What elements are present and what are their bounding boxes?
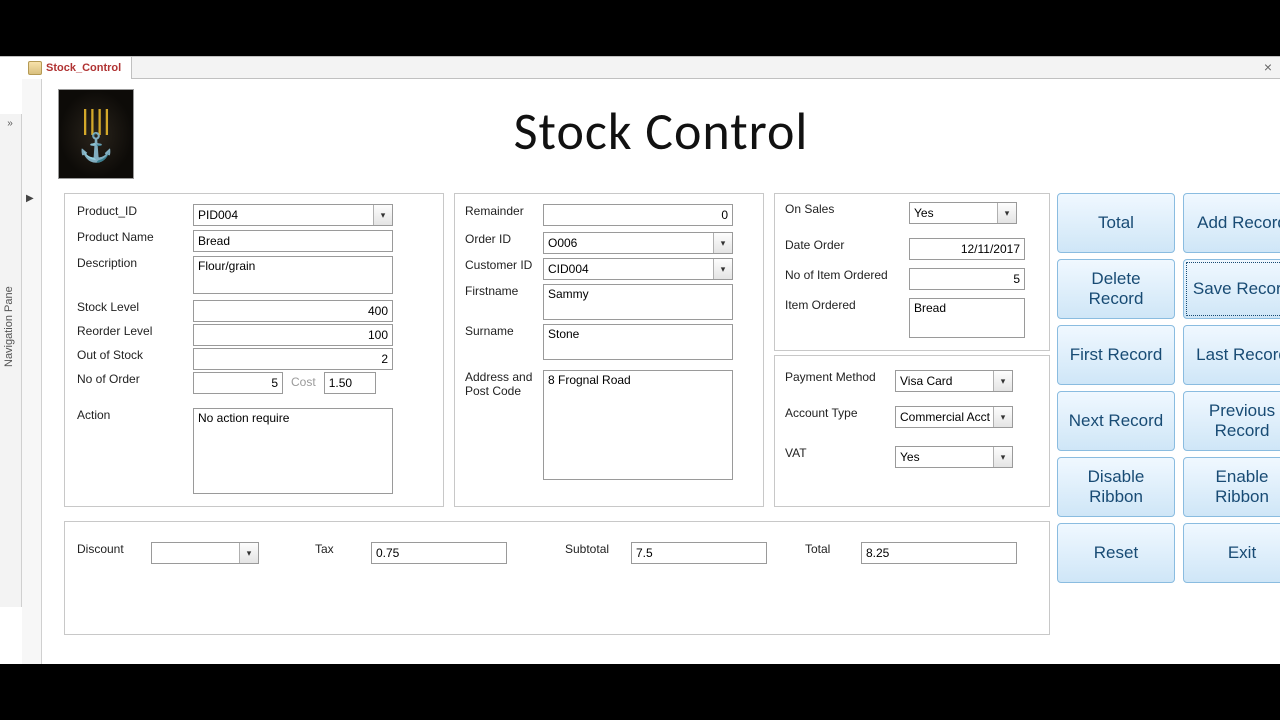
address-field[interactable]: 8 Frognal Road <box>543 370 733 480</box>
label-vat: VAT <box>785 446 887 460</box>
total-button[interactable]: Total <box>1057 193 1175 253</box>
action-field[interactable]: No action require <box>193 408 393 494</box>
delete-record-button[interactable]: Delete Record <box>1057 259 1175 319</box>
remainder-field[interactable] <box>543 204 733 226</box>
label-description: Description <box>77 256 185 270</box>
total-field[interactable] <box>861 542 1017 564</box>
firstname-field[interactable]: Sammy <box>543 284 733 320</box>
next-record-button[interactable]: Next Record <box>1057 391 1175 451</box>
button-panel: Total Add Record Delete Record Save Reco… <box>1057 193 1280 583</box>
label-tax: Tax <box>315 542 363 556</box>
order-id-field[interactable] <box>543 232 733 254</box>
customer-id-field[interactable] <box>543 258 733 280</box>
label-product-id: Product_ID <box>77 204 185 218</box>
stock-level-field[interactable] <box>193 300 393 322</box>
label-remainder: Remainder <box>465 204 535 218</box>
payment-method-field[interactable] <box>895 370 1013 392</box>
label-no-item-ordered: No of Item Ordered <box>785 268 901 282</box>
description-field[interactable]: Flour/grain <box>193 256 393 294</box>
label-item-ordered: Item Ordered <box>785 298 901 312</box>
vat-field[interactable] <box>895 446 1013 468</box>
order-panel: Remainder Order ID Customer ID Firstname… <box>454 193 764 507</box>
first-record-button[interactable]: First Record <box>1057 325 1175 385</box>
no-item-ordered-field[interactable] <box>909 268 1025 290</box>
close-icon[interactable]: × <box>1260 60 1276 76</box>
totals-panel: Discount Tax Subtotal Total <box>64 521 1050 635</box>
surname-field[interactable]: Stone <box>543 324 733 360</box>
payment-panel: Payment Method Account Type VAT <box>774 355 1050 507</box>
label-discount: Discount <box>77 542 143 556</box>
product-id-field[interactable] <box>193 204 393 226</box>
label-action: Action <box>77 408 185 422</box>
exit-button[interactable]: Exit <box>1183 523 1280 583</box>
item-ordered-field[interactable]: Bread <box>909 298 1025 338</box>
sales-panel: On Sales Date Order No of Item Ordered I… <box>774 193 1050 351</box>
label-stock-level: Stock Level <box>77 300 185 314</box>
label-date-order: Date Order <box>785 238 901 252</box>
label-customer-id: Customer ID <box>465 258 535 272</box>
tab-stock-control[interactable]: Stock_Control <box>22 57 132 79</box>
tab-strip: Stock_Control × <box>22 57 1280 79</box>
navigation-pane-collapsed[interactable]: » Navigation Pane <box>0 114 22 607</box>
label-firstname: Firstname <box>465 284 535 298</box>
subtotal-field[interactable] <box>631 542 767 564</box>
on-sales-field[interactable] <box>909 202 1017 224</box>
record-selector[interactable]: ▶ <box>22 79 42 664</box>
date-order-field[interactable] <box>909 238 1025 260</box>
label-out-of-stock: Out of Stock <box>77 348 185 362</box>
enable-ribbon-button[interactable]: Enable Ribbon <box>1183 457 1280 517</box>
label-product-name: Product Name <box>77 230 185 244</box>
label-surname: Surname <box>465 324 535 338</box>
save-record-button[interactable]: Save Record <box>1183 259 1280 319</box>
label-total: Total <box>805 542 853 556</box>
reset-button[interactable]: Reset <box>1057 523 1175 583</box>
label-subtotal: Subtotal <box>565 542 623 556</box>
disable-ribbon-button[interactable]: Disable Ribbon <box>1057 457 1175 517</box>
label-address: Address and Post Code <box>465 370 535 398</box>
tab-label: Stock_Control <box>46 62 121 74</box>
label-no-of-order: No of Order <box>77 372 185 386</box>
cost-field[interactable] <box>324 372 376 394</box>
expand-pane-icon[interactable]: » <box>2 118 18 130</box>
label-account-type: Account Type <box>785 406 887 420</box>
form-icon <box>28 61 42 75</box>
previous-record-button[interactable]: Previous Record <box>1183 391 1280 451</box>
label-reorder-level: Reorder Level <box>77 324 185 338</box>
reorder-level-field[interactable] <box>193 324 393 346</box>
label-payment-method: Payment Method <box>785 370 887 384</box>
discount-field[interactable] <box>151 542 259 564</box>
last-record-button[interactable]: Last Record <box>1183 325 1280 385</box>
no-of-order-field[interactable] <box>193 372 283 394</box>
label-cost: Cost <box>291 372 316 389</box>
label-order-id: Order ID <box>465 232 535 246</box>
account-type-field[interactable] <box>895 406 1013 428</box>
current-record-marker-icon: ▶ <box>26 193 34 204</box>
tax-field[interactable] <box>371 542 507 564</box>
out-of-stock-field[interactable] <box>193 348 393 370</box>
add-record-button[interactable]: Add Record <box>1183 193 1280 253</box>
product-name-field[interactable] <box>193 230 393 252</box>
nav-pane-label: Navigation Pane <box>3 286 15 367</box>
label-on-sales: On Sales <box>785 202 901 216</box>
product-panel: Product_ID Product Name Description Flou… <box>64 193 444 507</box>
form-title: Stock Control <box>42 99 1280 163</box>
